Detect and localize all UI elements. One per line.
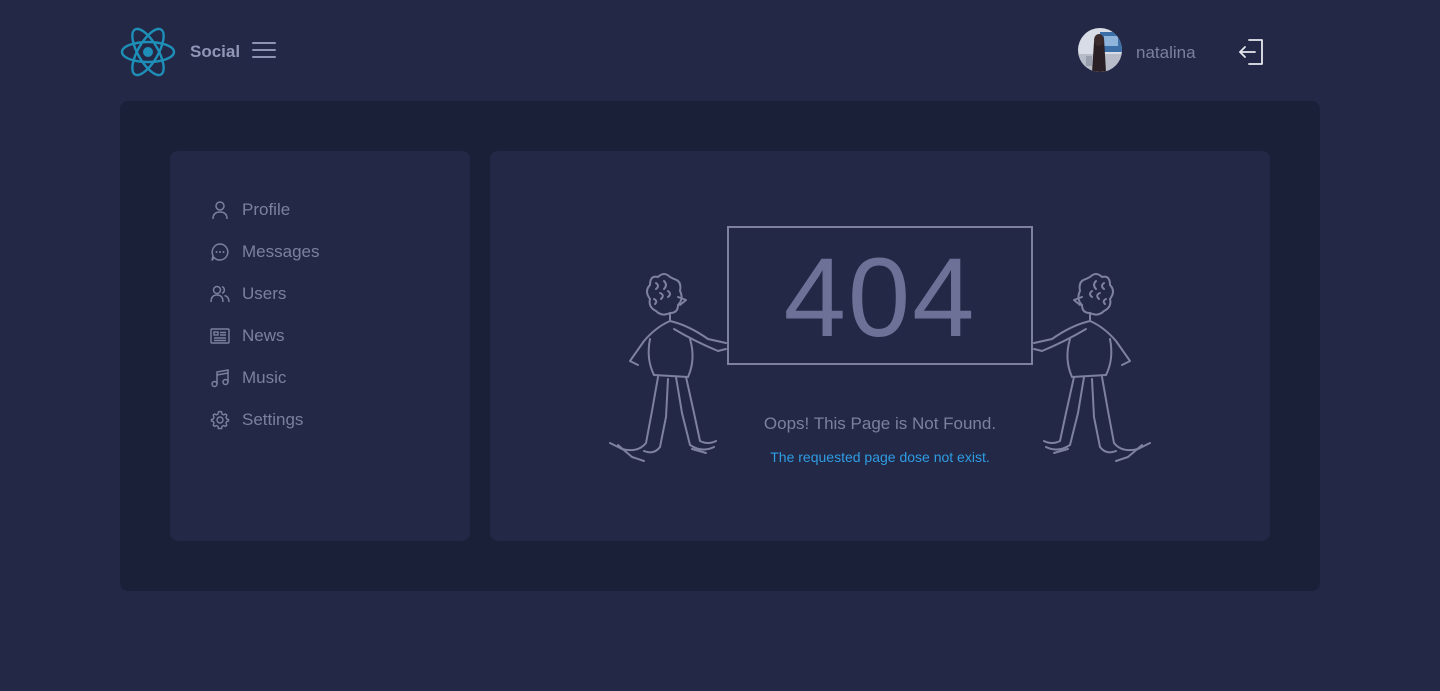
sidebar-item-music[interactable]: Music — [170, 357, 470, 399]
sidebar-item-label: Users — [242, 284, 287, 303]
gear-icon — [210, 410, 230, 430]
main-container: Profile Messages Users News Music Settin… — [120, 101, 1320, 591]
error-message: The requested page dose not exist. — [770, 449, 990, 465]
users-icon — [210, 285, 230, 303]
chat-bubble-icon — [211, 243, 229, 261]
username[interactable]: natalina — [1136, 43, 1196, 63]
hamburger-menu-icon[interactable] — [252, 42, 276, 60]
error-title: Oops! This Page is Not Found. — [763, 414, 997, 433]
music-note-icon — [211, 369, 229, 388]
newspaper-icon — [210, 328, 230, 344]
sidebar-item-label: News — [242, 326, 285, 345]
sign-carrier-illustration-left — [609, 273, 727, 462]
react-atom-icon[interactable] — [120, 26, 176, 78]
sidebar-item-label: Messages — [242, 242, 320, 261]
error-sign: 404 — [727, 226, 1033, 365]
sidebar-item-label: Settings — [242, 410, 304, 429]
not-found-panel: 404 Oops! This Page is Not Found. The re… — [490, 151, 1270, 541]
sidebar-item-label: Profile — [242, 200, 291, 219]
sidebar-item-news[interactable]: News — [170, 315, 470, 357]
sidebar-item-settings[interactable]: Settings — [170, 399, 470, 441]
sidebar-item-messages[interactable]: Messages — [170, 231, 470, 273]
brand-name[interactable]: Social — [190, 42, 240, 62]
logout-icon[interactable] — [1238, 38, 1266, 66]
top-bar: Social natalina — [120, 24, 1268, 78]
avatar[interactable] — [1078, 28, 1122, 72]
sidebar-item-label: Music — [242, 368, 287, 387]
error-code: 404 — [783, 235, 977, 360]
user-icon — [212, 201, 228, 220]
sign-carrier-illustration-right — [1033, 273, 1151, 462]
sidebar-item-profile[interactable]: Profile — [170, 189, 470, 231]
sidebar: Profile Messages Users News Music Settin… — [170, 151, 470, 541]
sidebar-item-users[interactable]: Users — [170, 273, 470, 315]
